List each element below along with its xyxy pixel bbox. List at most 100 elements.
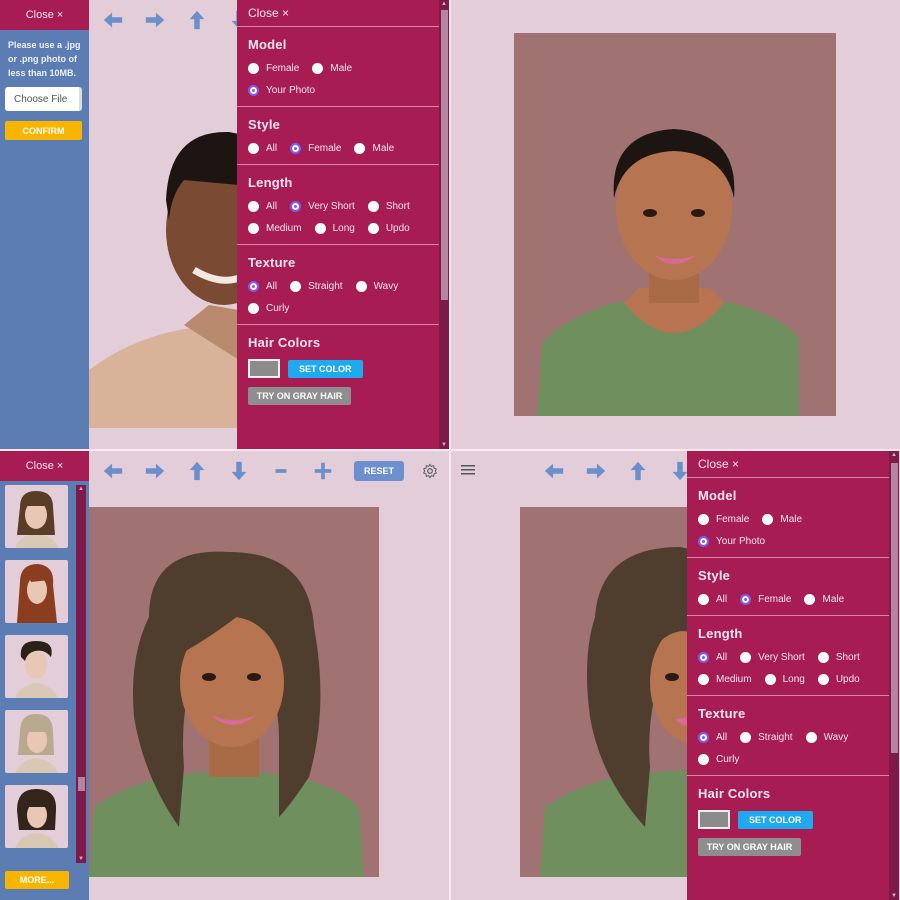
move-left-button[interactable] (92, 8, 134, 32)
radio-selected-icon[interactable] (740, 593, 752, 605)
color-swatch[interactable] (698, 810, 730, 829)
style-thumbnail[interactable] (5, 635, 68, 698)
texture-option-wavy[interactable]: Wavy (355, 279, 398, 293)
style-thumbnail[interactable] (5, 560, 68, 623)
texture-option-straight[interactable]: Straight (290, 279, 343, 293)
length-option-long[interactable]: Long (314, 221, 355, 235)
scroll-down-icon[interactable]: ▼ (891, 893, 897, 899)
radio-icon[interactable] (805, 731, 817, 743)
texture-option-all[interactable]: All (698, 730, 727, 744)
move-up-button[interactable] (617, 459, 659, 483)
close-gallery-button[interactable]: Close × (0, 451, 89, 481)
close-upload-button[interactable]: Close × (0, 0, 89, 30)
set-color-button[interactable]: SET COLOR (288, 359, 363, 378)
length-option-short[interactable]: Short (817, 650, 860, 664)
style-option-male[interactable]: Male (354, 141, 394, 155)
try-gray-hair-button[interactable]: TRY ON GRAY HAIR (248, 387, 351, 405)
model-option-male[interactable]: Male (762, 512, 802, 526)
style-thumbnail[interactable] (5, 485, 68, 548)
radio-selected-icon[interactable] (698, 535, 709, 547)
length-option-all[interactable]: All (698, 650, 727, 664)
style-thumbnail[interactable] (5, 785, 68, 848)
length-option-short[interactable]: Short (367, 199, 410, 213)
radio-selected-icon[interactable] (698, 651, 709, 663)
radio-selected-icon[interactable] (290, 200, 302, 212)
radio-icon[interactable] (804, 593, 816, 605)
radio-icon[interactable] (354, 142, 366, 154)
radio-selected-icon[interactable] (248, 280, 259, 292)
radio-icon[interactable] (355, 280, 367, 292)
length-option-very-short[interactable]: Very Short (740, 650, 805, 664)
texture-option-curly[interactable]: Curly (698, 752, 875, 766)
model-option-female[interactable]: Female (698, 512, 749, 526)
scroll-up-icon[interactable]: ▲ (891, 452, 897, 458)
style-option-all[interactable]: All (698, 592, 727, 606)
length-option-updo[interactable]: Updo (817, 672, 860, 686)
radio-icon[interactable] (367, 222, 379, 234)
radio-icon[interactable] (367, 200, 379, 212)
color-swatch[interactable] (248, 359, 280, 378)
move-up-button[interactable] (176, 8, 218, 32)
try-gray-hair-button[interactable]: TRY ON GRAY HAIR (698, 838, 801, 856)
radio-icon[interactable] (314, 222, 326, 234)
style-option-female[interactable]: Female (290, 141, 341, 155)
radio-icon[interactable] (817, 651, 829, 663)
texture-option-all[interactable]: All (248, 279, 277, 293)
set-color-button[interactable]: SET COLOR (738, 810, 813, 829)
radio-icon[interactable] (290, 280, 302, 292)
radio-icon[interactable] (698, 513, 709, 525)
move-down-button[interactable] (218, 459, 260, 483)
radio-icon[interactable] (698, 593, 709, 605)
radio-icon[interactable] (740, 731, 752, 743)
radio-selected-icon[interactable] (698, 731, 709, 743)
radio-selected-icon[interactable] (290, 142, 302, 154)
zoom-in-button[interactable] (302, 459, 344, 483)
radio-icon[interactable] (698, 753, 709, 765)
length-option-all[interactable]: All (248, 199, 277, 213)
length-option-very-short[interactable]: Very Short (290, 199, 355, 213)
radio-icon[interactable] (764, 673, 776, 685)
close-filters-button[interactable]: Close × (687, 451, 899, 478)
scrollbar-thumb[interactable] (891, 463, 898, 753)
radio-icon[interactable] (248, 302, 259, 314)
model-option-male[interactable]: Male (312, 61, 352, 75)
scroll-down-icon[interactable]: ▼ (78, 856, 84, 862)
scrollbar-thumb[interactable] (78, 777, 85, 791)
radio-icon[interactable] (248, 142, 259, 154)
filter-scrollbar[interactable]: ▲ ▼ (889, 451, 899, 900)
filter-scrollbar[interactable]: ▲ ▼ (439, 0, 449, 449)
length-option-medium[interactable]: Medium (698, 672, 752, 686)
radio-icon[interactable] (248, 200, 259, 212)
scroll-up-icon[interactable]: ▲ (441, 1, 447, 7)
scroll-down-icon[interactable]: ▼ (441, 442, 447, 448)
style-option-all[interactable]: All (248, 141, 277, 155)
style-option-female[interactable]: Female (740, 592, 791, 606)
choose-file-button[interactable]: Choose File (5, 87, 82, 111)
texture-option-wavy[interactable]: Wavy (805, 730, 848, 744)
move-left-button[interactable] (92, 459, 134, 483)
hamburger-icon[interactable] (461, 464, 475, 476)
radio-icon[interactable] (248, 222, 259, 234)
radio-icon[interactable] (740, 651, 752, 663)
more-styles-button[interactable]: MORE... (5, 871, 69, 889)
length-option-medium[interactable]: Medium (248, 221, 302, 235)
style-thumbnail[interactable] (5, 710, 68, 773)
move-right-button[interactable] (575, 459, 617, 483)
scroll-up-icon[interactable]: ▲ (78, 486, 84, 492)
move-up-button[interactable] (176, 459, 218, 483)
model-option-your-photo[interactable]: Your Photo (248, 83, 425, 97)
texture-option-straight[interactable]: Straight (740, 730, 793, 744)
length-option-long[interactable]: Long (764, 672, 805, 686)
texture-option-curly[interactable]: Curly (248, 301, 425, 315)
move-right-button[interactable] (134, 8, 176, 32)
radio-icon[interactable] (248, 62, 259, 74)
radio-icon[interactable] (817, 673, 829, 685)
radio-selected-icon[interactable] (248, 84, 259, 96)
move-right-button[interactable] (134, 459, 176, 483)
gear-icon[interactable] (422, 463, 438, 479)
model-option-your-photo[interactable]: Your Photo (698, 534, 875, 548)
confirm-button[interactable]: CONFIRM (5, 121, 82, 140)
gallery-scrollbar[interactable]: ▲ ▼ (76, 485, 86, 863)
length-option-updo[interactable]: Updo (367, 221, 410, 235)
scrollbar-thumb[interactable] (441, 10, 448, 300)
